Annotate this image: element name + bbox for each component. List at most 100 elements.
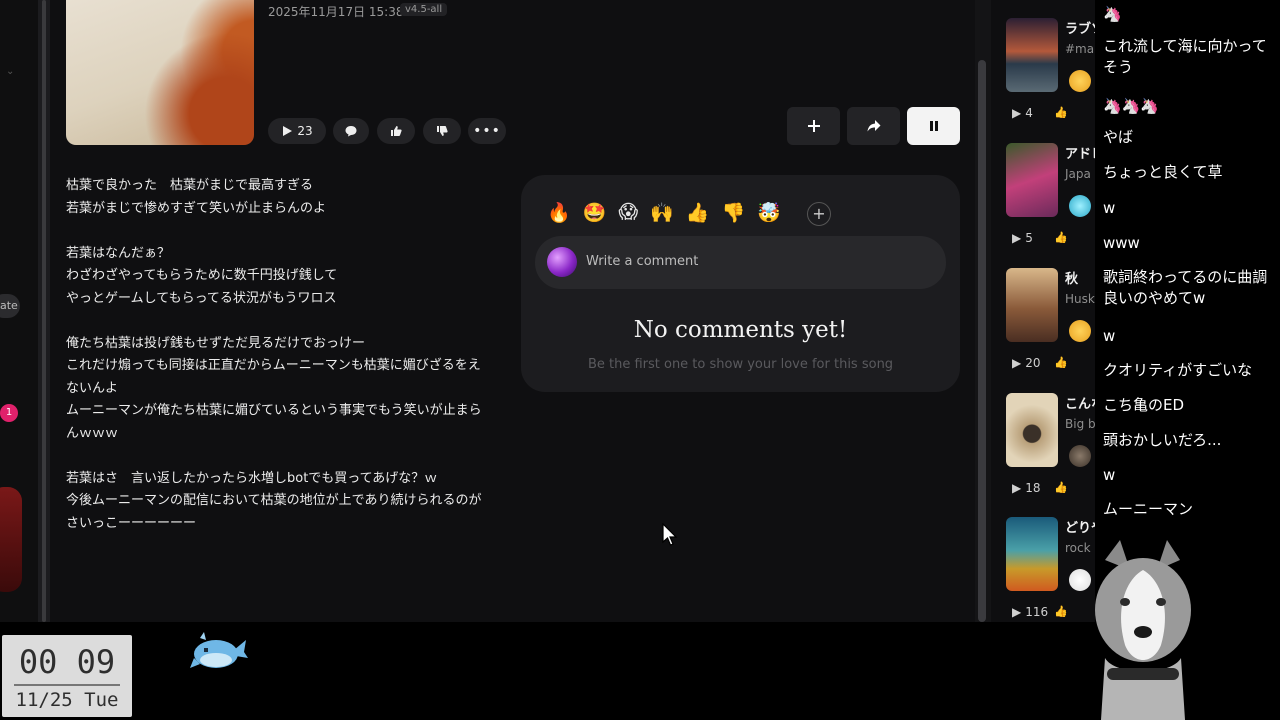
- play-icon: ▶: [1012, 356, 1022, 370]
- play-count-value: 23: [297, 124, 313, 138]
- chat-message: 🦄🦄🦄: [1103, 97, 1160, 115]
- clock-widget: 00 09 11/25 Tue: [2, 635, 132, 717]
- share-button[interactable]: [847, 107, 900, 145]
- thumbs-up-emoji-reaction[interactable]: 👍: [686, 201, 710, 224]
- empty-comments-subtitle: Be the first one to show your love for t…: [587, 357, 894, 372]
- comment-input-placeholder: Write a comment: [586, 254, 699, 269]
- dislike-button[interactable]: [423, 118, 461, 144]
- model-version-badge: v4.5-all: [400, 3, 448, 16]
- playlist-count-value: 4: [1025, 106, 1033, 120]
- thumbs-up-icon[interactable]: 👍: [1054, 106, 1068, 119]
- sidebar-thumbnail[interactable]: [0, 487, 22, 592]
- pause-button[interactable]: [907, 107, 960, 145]
- chat-message: やば: [1103, 128, 1134, 146]
- artist-avatar: [1069, 445, 1091, 467]
- playlist-thumbnail: [1006, 517, 1058, 591]
- chat-message: w: [1103, 199, 1116, 217]
- chat-message: 頭おかしいだろ...: [1103, 431, 1222, 449]
- playlist-item-tag: Big b: [1065, 417, 1096, 431]
- scream-emoji-reaction[interactable]: 😱: [618, 201, 638, 224]
- playlist-play-count: ▶ 20: [1012, 356, 1041, 370]
- playlist-item-tag: Husk: [1065, 292, 1095, 306]
- pause-icon: [929, 121, 938, 131]
- playlist-item-tag: #mal: [1065, 42, 1098, 56]
- raised-hands-emoji-reaction[interactable]: 🙌: [650, 201, 674, 224]
- comment-button[interactable]: [333, 118, 369, 144]
- play-icon: ▶: [1012, 481, 1022, 495]
- fire-emoji-reaction[interactable]: 🔥: [547, 201, 571, 224]
- comments-card: 🔥 🤩 😱 🙌 👍 👎 🤯 + Write a comment No comme…: [521, 175, 960, 392]
- comment-input[interactable]: Write a comment: [535, 236, 946, 289]
- chat-message: こち亀のED: [1103, 396, 1185, 414]
- artist-avatar: [1069, 195, 1091, 217]
- play-count-button[interactable]: 23: [268, 118, 326, 144]
- chat-message: クオリティがすごいな: [1103, 361, 1253, 379]
- thumbs-up-icon: [391, 126, 402, 136]
- play-icon: [283, 126, 293, 136]
- chat-message: w: [1103, 327, 1116, 345]
- clock-time: 00 09: [18, 643, 116, 681]
- chat-message: これ流して海に向かってそう: [1103, 37, 1267, 76]
- playlist-thumbnail: [1006, 268, 1058, 342]
- playlist-thumbnail: [1006, 18, 1058, 92]
- playlist-thumbnail: [1006, 143, 1058, 217]
- artist-avatar: [1069, 320, 1091, 342]
- mouse-cursor-icon: [662, 523, 678, 546]
- chat-message: 歌詞終わってるのに曲調良いのやめてw: [1103, 268, 1268, 307]
- comment-icon: [345, 126, 357, 137]
- play-icon: ▶: [1012, 106, 1022, 120]
- sidebar-scrollbar[interactable]: [42, 0, 46, 622]
- plus-icon: [807, 120, 820, 132]
- rate-button[interactable]: ate: [0, 294, 20, 318]
- playlist-item-title: 秋: [1065, 272, 1079, 287]
- thumbs-down-emoji-reaction[interactable]: 👎: [722, 201, 746, 224]
- notification-badge[interactable]: 1: [0, 404, 18, 422]
- empty-comments-title: No comments yet!: [633, 317, 848, 343]
- mind-blown-emoji-reaction[interactable]: 🤯: [757, 201, 781, 224]
- chat-message: www: [1103, 234, 1140, 252]
- song-lyrics: 枯葉で良かった 枯葉がまじで最高すぎる 若葉がまじで惨めすぎて笑いが止まらんのよ…: [66, 178, 482, 531]
- song-date: 2025年11月17日 15:38: [268, 5, 404, 19]
- playlist-count-value: 116: [1025, 605, 1049, 619]
- playlist-count-value: 18: [1025, 481, 1041, 495]
- playlist-thumbnail: [1006, 393, 1058, 467]
- playlist-count-value: 20: [1025, 356, 1041, 370]
- playlist-play-count: ▶ 116: [1012, 605, 1048, 619]
- more-options-button[interactable]: •••: [468, 118, 506, 144]
- playlist-play-count: ▶ 5: [1012, 231, 1033, 245]
- thumbs-up-icon[interactable]: 👍: [1054, 481, 1068, 494]
- playlist-item-tag: Japa: [1065, 167, 1091, 181]
- chat-message: w: [1103, 466, 1116, 484]
- reaction-bar: 🔥 🤩 😱 🙌 👍 👎 🤯: [547, 201, 781, 224]
- playlist-play-count: ▶ 18: [1012, 481, 1041, 495]
- clock-divider: [14, 684, 120, 686]
- chat-message: 🦄: [1103, 5, 1122, 23]
- thumbs-up-icon[interactable]: 👍: [1054, 356, 1068, 369]
- artist-avatar: [1069, 70, 1091, 92]
- playlist-count-value: 5: [1025, 231, 1033, 245]
- left-sidebar-strip: ⌄ ate 1: [0, 0, 38, 622]
- chat-message: ムーニーマン: [1103, 500, 1194, 518]
- husky-avatar-image: [1095, 540, 1191, 720]
- star-eyes-emoji-reaction[interactable]: 🤩: [583, 201, 607, 224]
- stream-chat-overlay: 🦄 これ流して海に向かってそう 🦄🦄🦄 やば ちょっと良くて草 w www 歌詞…: [1095, 0, 1280, 622]
- share-arrow-icon: [867, 120, 880, 132]
- thumbs-down-icon: [437, 126, 448, 136]
- thumbs-up-icon[interactable]: 👍: [1054, 231, 1068, 244]
- add-to-playlist-button[interactable]: [787, 107, 840, 145]
- thumbs-up-icon[interactable]: 👍: [1054, 605, 1068, 618]
- clock-date: 11/25 Tue: [15, 689, 119, 711]
- more-dots-icon: •••: [473, 123, 501, 139]
- add-reaction-button[interactable]: +: [807, 202, 831, 226]
- like-button[interactable]: [377, 118, 415, 144]
- play-icon: ▶: [1012, 605, 1022, 619]
- pixel-whale-icon: [190, 632, 248, 668]
- main-scrollbar-thumb[interactable]: [978, 60, 986, 622]
- chevron-down-icon[interactable]: ⌄: [6, 66, 14, 77]
- chat-message: ちょっと良くて草: [1103, 163, 1223, 181]
- user-avatar: [547, 247, 577, 277]
- playlist-sidebar: ラブソ #mal ▶ 4 👍 アドレ Japa ▶ 5 👍 秋 Husk ▶ 20 👍…: [991, 0, 1101, 622]
- song-cover-image: [66, 0, 254, 145]
- play-icon: ▶: [1012, 231, 1022, 245]
- playlist-play-count: ▶ 4: [1012, 106, 1033, 120]
